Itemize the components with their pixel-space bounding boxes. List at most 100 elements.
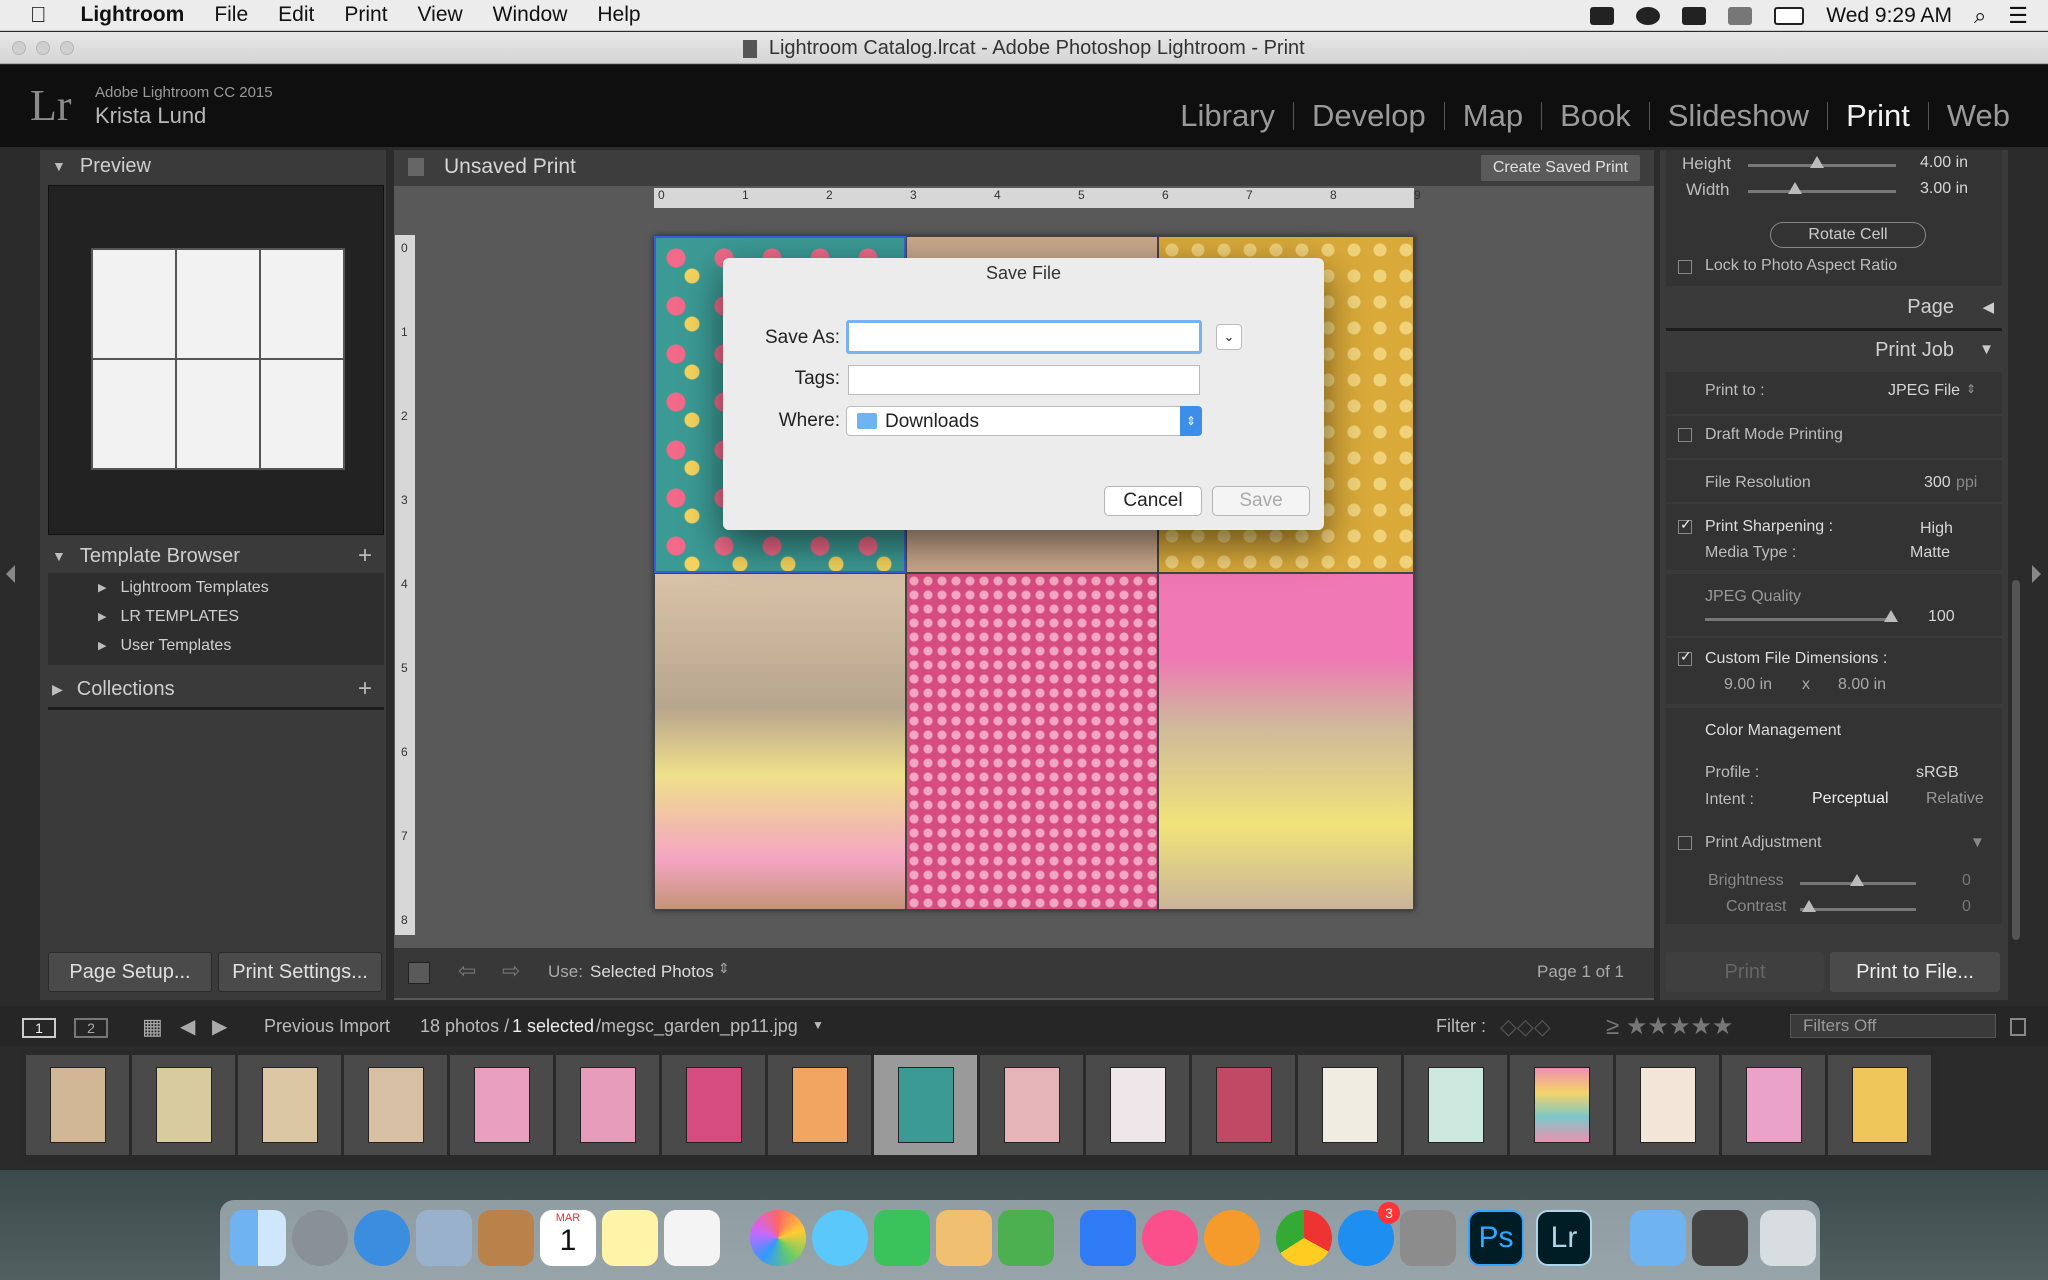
- where-stepper-icon[interactable]: ⇕: [1180, 406, 1202, 436]
- width-slider[interactable]: [1748, 190, 1896, 193]
- filter-lock-icon[interactable]: [2010, 1018, 2026, 1036]
- page-toggle-icon[interactable]: [408, 962, 430, 984]
- custom-width-value[interactable]: 9.00 in: [1724, 676, 1772, 694]
- contrast-slider-knob[interactable]: [1802, 900, 1816, 912]
- filmstrip-source[interactable]: Previous Import: [264, 1016, 390, 1037]
- filmstrip-thumb[interactable]: [26, 1055, 130, 1155]
- where-dropdown[interactable]: Downloads ⇕: [846, 406, 1202, 436]
- collections-header[interactable]: ▶ Collections +: [40, 673, 386, 705]
- menu-file[interactable]: File: [214, 3, 248, 27]
- wifi-icon[interactable]: [1728, 6, 1753, 25]
- template-folder-user[interactable]: ▶ User Templates: [48, 631, 384, 660]
- rating-filter-stars[interactable]: ≥ ★★★★★: [1606, 1012, 1733, 1041]
- page-panel-header[interactable]: Page ◀: [1666, 290, 2002, 326]
- intent-perceptual-option[interactable]: Perceptual: [1812, 790, 1889, 808]
- media-type-selector[interactable]: Matte: [1910, 544, 1950, 562]
- mail-icon[interactable]: [416, 1210, 472, 1266]
- jpeg-quality-slider-knob[interactable]: [1884, 610, 1898, 622]
- template-folder-lr[interactable]: ▶ LR TEMPLATES: [48, 602, 384, 631]
- creative-cloud-icon[interactable]: [1636, 6, 1661, 25]
- filmstrip-thumb-selected[interactable]: [874, 1055, 978, 1155]
- messages-icon[interactable]: [812, 1210, 868, 1266]
- module-map[interactable]: Map: [1445, 98, 1541, 134]
- forward-arrow-icon[interactable]: ▶: [212, 1014, 227, 1039]
- filmstrip-thumb[interactable]: [1722, 1055, 1826, 1155]
- system-preferences-icon[interactable]: [1400, 1210, 1456, 1266]
- use-selector[interactable]: Selected Photos: [590, 962, 714, 982]
- jpeg-quality-value[interactable]: 100: [1928, 608, 1955, 626]
- menu-edit[interactable]: Edit: [278, 3, 314, 27]
- photo-cell-pink-pattern[interactable]: [906, 573, 1158, 910]
- screenshot-stack-icon[interactable]: [1692, 1210, 1748, 1266]
- filters-off-dropdown[interactable]: Filters Off: [1790, 1014, 1996, 1038]
- itunes-icon[interactable]: [1142, 1210, 1198, 1266]
- zoom-window-button[interactable]: [60, 41, 74, 55]
- chrome-icon[interactable]: [1276, 1210, 1332, 1266]
- window-2-button[interactable]: 2: [74, 1018, 108, 1038]
- print-adjustment-checkbox[interactable]: [1678, 836, 1692, 850]
- contrast-value[interactable]: 0: [1962, 898, 1971, 916]
- module-web[interactable]: Web: [1929, 98, 2028, 134]
- module-print[interactable]: Print: [1828, 98, 1928, 134]
- add-template-icon[interactable]: +: [358, 542, 372, 570]
- ibooks-icon[interactable]: [1204, 1210, 1260, 1266]
- lock-aspect-checkbox[interactable]: [1678, 260, 1692, 274]
- menu-window[interactable]: Window: [493, 3, 568, 27]
- width-slider-knob[interactable]: [1788, 182, 1802, 194]
- next-page-icon[interactable]: ⇨: [502, 958, 520, 984]
- cancel-button[interactable]: Cancel: [1104, 486, 1202, 516]
- brightness-value[interactable]: 0: [1962, 872, 1971, 890]
- template-folder-lightroom[interactable]: ▶ Lightroom Templates: [48, 573, 384, 602]
- right-panel-scrollbar[interactable]: [2012, 580, 2020, 940]
- photo-cell-baby-flower[interactable]: [654, 573, 906, 910]
- keynote-icon[interactable]: [1080, 1210, 1136, 1266]
- selected-filename[interactable]: /megsc_garden_pp11.jpg: [596, 1016, 798, 1037]
- filename-dropdown-icon[interactable]: ▼: [812, 1018, 824, 1032]
- finder-icon[interactable]: [230, 1210, 286, 1266]
- page-setup-button[interactable]: Page Setup...: [48, 952, 212, 992]
- menubar-clock[interactable]: Wed 9:29 AM: [1826, 4, 1952, 28]
- notification-center-icon[interactable]: ☰: [2008, 3, 2028, 29]
- height-slider-knob[interactable]: [1810, 156, 1824, 168]
- filmstrip-thumb[interactable]: [1192, 1055, 1296, 1155]
- add-collection-icon[interactable]: +: [358, 675, 372, 703]
- flag-filter-icons[interactable]: ◇◇◇: [1500, 1014, 1551, 1040]
- trash-icon[interactable]: [1760, 1210, 1816, 1266]
- custom-dimensions-checkbox[interactable]: ✓: [1678, 648, 1692, 666]
- filmstrip-thumb[interactable]: [1828, 1055, 1932, 1155]
- intent-relative-option[interactable]: Relative: [1926, 790, 1984, 808]
- window-1-button[interactable]: 1: [22, 1018, 56, 1038]
- print-sharpening-checkbox[interactable]: ✓: [1678, 516, 1692, 534]
- reminders-icon[interactable]: [664, 1210, 720, 1266]
- tags-input[interactable]: [848, 365, 1200, 395]
- module-book[interactable]: Book: [1542, 98, 1649, 134]
- back-arrow-icon[interactable]: ◀: [180, 1014, 195, 1039]
- draft-mode-checkbox[interactable]: [1678, 428, 1692, 442]
- filmstrip-thumb[interactable]: [238, 1055, 342, 1155]
- apple-menu-icon[interactable]: : [30, 2, 47, 28]
- expand-triangle-icon[interactable]: ▼: [1970, 834, 1985, 851]
- print-button[interactable]: Print: [1666, 952, 1824, 992]
- custom-height-value[interactable]: 8.00 in: [1838, 676, 1886, 694]
- width-value[interactable]: 3.00 in: [1920, 180, 1968, 198]
- brightness-slider-knob[interactable]: [1850, 874, 1864, 886]
- print-to-selector[interactable]: JPEG File: [1888, 382, 1960, 400]
- use-dropdown-icon[interactable]: ⇕: [718, 960, 730, 977]
- menu-view[interactable]: View: [418, 3, 463, 27]
- grid-view-icon[interactable]: ▦: [142, 1014, 163, 1040]
- filmstrip-thumb[interactable]: [344, 1055, 448, 1155]
- collapse-right-panel-icon[interactable]: [2032, 565, 2041, 583]
- save-button[interactable]: Save: [1212, 486, 1310, 516]
- battery-icon[interactable]: [1774, 6, 1805, 25]
- facetime-icon[interactable]: [874, 1210, 930, 1266]
- filmstrip-thumb[interactable]: [1298, 1055, 1402, 1155]
- notes-icon[interactable]: [602, 1210, 658, 1266]
- filmstrip-thumb[interactable]: [556, 1055, 660, 1155]
- filmstrip-thumb[interactable]: [1086, 1055, 1190, 1155]
- jpeg-quality-slider[interactable]: [1705, 618, 1895, 621]
- app-store-icon[interactable]: 3: [1338, 1202, 1400, 1266]
- previous-page-icon[interactable]: ⇦: [458, 958, 476, 984]
- filmstrip-thumb[interactable]: [768, 1055, 872, 1155]
- collapse-left-panel-icon[interactable]: [6, 565, 15, 583]
- file-resolution-value[interactable]: 300: [1924, 474, 1951, 492]
